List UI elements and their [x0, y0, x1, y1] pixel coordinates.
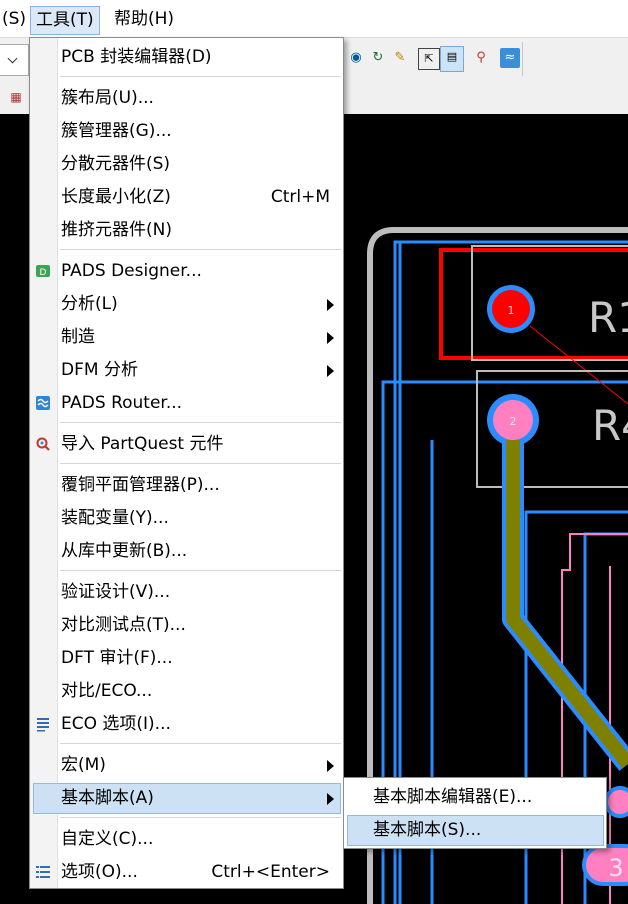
options-icon	[36, 866, 50, 878]
menu-item-macros[interactable]: 宏(M)	[31, 749, 342, 782]
menu-item-pads-designer[interactable]: D PADS Designer...	[31, 255, 342, 288]
menu-item-disperse-components[interactable]: 分散元器件(S)	[31, 148, 342, 181]
menu-separator	[60, 817, 341, 818]
submenu-arrow-icon	[327, 760, 334, 772]
report-icon[interactable]: ▦	[6, 87, 26, 107]
menu-item-cluster-placement[interactable]: 簇布局(U)...	[31, 82, 342, 115]
menu-item-manufacturing[interactable]: 制造	[31, 321, 342, 354]
menu-item-options[interactable]: 选项(O)... Ctrl+<Enter>	[31, 856, 342, 889]
menu-item-eco-options[interactable]: ECO 选项(I)...	[31, 708, 342, 741]
submenu-item-basic-script-editor[interactable]: 基本脚本编辑器(E)...	[345, 781, 605, 814]
chevron-down-icon	[7, 53, 18, 64]
r4-pad-number: 2	[510, 415, 517, 428]
window-icon[interactable]: ▤	[440, 46, 464, 72]
menu-separator	[60, 743, 341, 744]
brush-icon[interactable]: ✎	[390, 48, 410, 68]
menu-item-push-components[interactable]: 推挤元器件(N)	[31, 214, 342, 247]
toolbar-divider	[522, 42, 523, 76]
layer-combo-dropdown[interactable]	[0, 44, 29, 76]
menu-item-customize[interactable]: 自定义(C)...	[31, 823, 342, 856]
menu-setup-partial[interactable]: (S)	[0, 6, 30, 33]
menu-item-pads-router[interactable]: PADS Router...	[31, 387, 342, 420]
menu-item-dft-audit[interactable]: DFT 审计(F)...	[31, 642, 342, 675]
zoom-icon[interactable]: ◉	[346, 48, 366, 68]
submenu-arrow-icon	[327, 365, 334, 377]
eco-options-icon	[37, 718, 49, 732]
menu-bar: (S) 工具(T) 帮助(H)	[0, 0, 628, 38]
basic-scripts-submenu: 基本脚本编辑器(E)... 基本脚本(S)...	[343, 777, 607, 849]
r1-pad-number: 1	[508, 304, 515, 317]
pads-router-icon	[36, 396, 50, 410]
bottom-pad-a	[604, 786, 628, 818]
view-icon[interactable]: ⇱	[418, 48, 440, 70]
menu-item-verify-design[interactable]: 验证设计(V)...	[31, 576, 342, 609]
tools-menu: PCB 封装编辑器(D) 簇布局(U)... 簇管理器(G)... 分散元器件(…	[29, 37, 344, 889]
menu-item-basic-scripts[interactable]: 基本脚本(A)	[31, 782, 342, 815]
router-toolbar-icon[interactable]: ≈	[500, 48, 520, 68]
menu-item-import-partquest[interactable]: 导入 PartQuest 元件	[31, 428, 342, 461]
menu-separator	[60, 570, 341, 571]
partquest-toolbar-icon[interactable]: ⚲	[471, 48, 491, 68]
bottom-pad-number: 3	[608, 854, 623, 882]
pads-designer-icon: D	[36, 265, 50, 278]
menu-item-assembly-variants[interactable]: 装配变量(Y)...	[31, 502, 342, 535]
menu-item-pcb-decal-editor[interactable]: PCB 封装编辑器(D)	[31, 41, 342, 74]
menu-separator	[60, 76, 341, 77]
menu-item-compare-eco[interactable]: 对比/ECO...	[31, 675, 342, 708]
menu-separator	[60, 422, 341, 423]
menu-item-cluster-manager[interactable]: 簇管理器(G)...	[31, 115, 342, 148]
shortcut-ctrl-enter: Ctrl+<Enter>	[211, 862, 330, 882]
menu-tools[interactable]: 工具(T)	[30, 6, 100, 35]
menu-separator	[60, 249, 341, 250]
menu-item-dfm-analysis[interactable]: DFM 分析	[31, 354, 342, 387]
menu-item-compare-test-points[interactable]: 对比测试点(T)...	[31, 609, 342, 642]
menu-help[interactable]: 帮助(H)	[110, 6, 178, 33]
r1-refdes: R1	[588, 293, 628, 342]
refresh-icon[interactable]: ↻	[368, 48, 388, 68]
shortcut-ctrl-m: Ctrl+M	[270, 187, 330, 207]
submenu-item-basic-scripts[interactable]: 基本脚本(S)...	[345, 814, 605, 847]
submenu-arrow-icon	[327, 793, 334, 805]
menu-item-analysis[interactable]: 分析(L)	[31, 288, 342, 321]
menu-item-update-from-library[interactable]: 从库中更新(B)...	[31, 535, 342, 568]
svg-text:D: D	[40, 268, 47, 278]
menu-item-length-minimize[interactable]: 长度最小化(Z) Ctrl+M	[31, 181, 342, 214]
submenu-arrow-icon	[327, 299, 334, 311]
menu-item-pour-manager[interactable]: 覆铜平面管理器(P)...	[31, 469, 342, 502]
menu-separator	[60, 463, 341, 464]
partquest-icon	[36, 437, 50, 451]
r4-refdes: R4	[592, 401, 628, 450]
submenu-arrow-icon	[327, 332, 334, 344]
